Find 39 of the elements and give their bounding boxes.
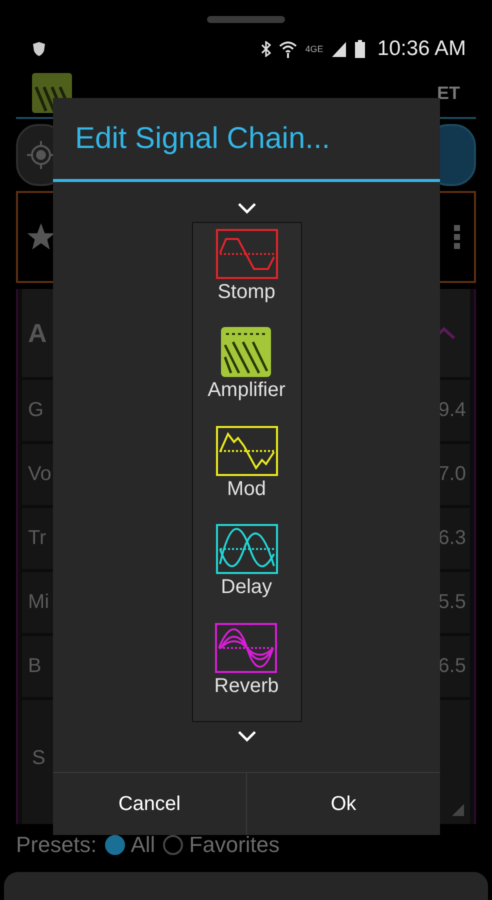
- star-icon[interactable]: [26, 222, 56, 252]
- dropdown-label: S: [32, 746, 46, 770]
- signal-icon: [331, 41, 348, 57]
- tab-label[interactable]: ET: [436, 82, 460, 104]
- bluetooth-icon: [261, 41, 272, 57]
- block-label: Reverb: [214, 674, 279, 698]
- radio-button[interactable]: [163, 835, 184, 855]
- more-icon[interactable]: [454, 225, 460, 249]
- parameter-value: 7.0: [438, 463, 466, 486]
- block-label: Delay: [220, 576, 272, 600]
- parameter-label: Mi: [28, 591, 50, 614]
- status-time: 10:36 AM: [377, 37, 466, 61]
- block-label: Mod: [227, 478, 266, 501]
- presets-label: Presets:: [16, 832, 97, 858]
- parameter-value: 9.4: [438, 399, 466, 422]
- parameter-label: G: [28, 399, 44, 422]
- shield-icon: [32, 41, 46, 57]
- parameter-value: 6.3: [438, 527, 466, 550]
- battery-icon: [355, 40, 366, 58]
- chevron-down-icon[interactable]: [236, 202, 256, 214]
- block-label: Stomp: [218, 281, 276, 304]
- chevron-down-icon[interactable]: [236, 730, 256, 742]
- network-label: 4GE: [305, 44, 324, 54]
- parameter-label: B: [28, 655, 42, 678]
- radio-button[interactable]: [104, 835, 125, 855]
- parameter-value: 5.5: [438, 591, 466, 614]
- waveform-icon[interactable]: [216, 524, 278, 574]
- parameter-label: Tr: [28, 527, 46, 550]
- section-title: A: [28, 318, 47, 348]
- wifi-icon: [279, 40, 298, 58]
- radio-label: Favorites: [189, 832, 280, 858]
- amplifier-icon[interactable]: [221, 327, 272, 378]
- target-icon: [26, 140, 56, 170]
- dropdown-corner-icon: [452, 804, 464, 816]
- parameter-value: 6.5: [438, 655, 466, 678]
- block-label: Amplifier: [208, 379, 286, 402]
- dialog-title: Edit Signal Chain...: [74, 121, 332, 157]
- radio-label: All: [130, 832, 156, 858]
- parameter-label: Vo: [28, 463, 52, 486]
